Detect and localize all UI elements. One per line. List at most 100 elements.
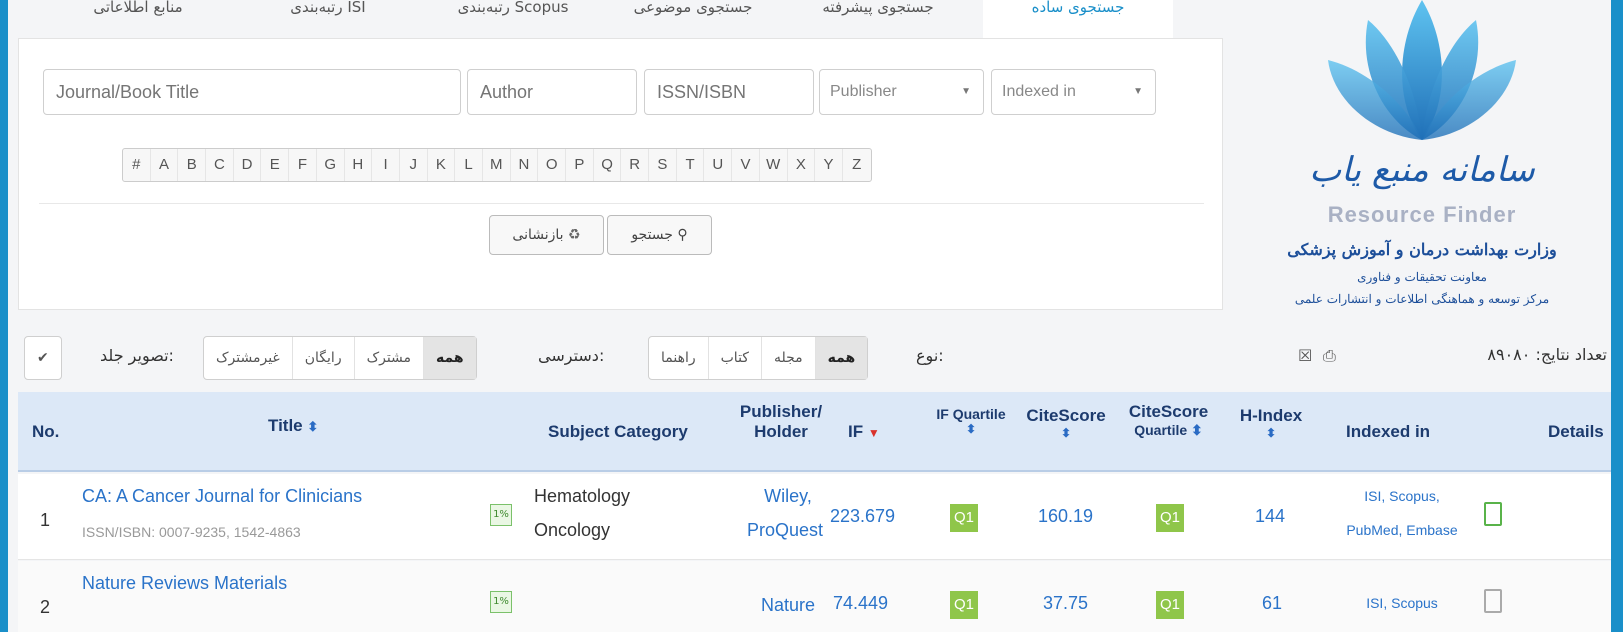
if-value: 74.449 xyxy=(833,593,889,613)
letter-button[interactable]: Q xyxy=(594,149,622,181)
col-publisher: Publisher/ Holder xyxy=(736,402,826,442)
letter-button[interactable]: R xyxy=(621,149,650,181)
tab-simple-search[interactable]: جستجوی ساده xyxy=(983,0,1173,38)
access-filter-group: غیرمشترک رایگان مشترک همه xyxy=(203,336,477,380)
tab-scopus-ranking[interactable]: رتبه‌بندی Scopus xyxy=(428,0,598,38)
letter-button[interactable]: A xyxy=(151,149,179,181)
row-no: 1 xyxy=(40,510,51,530)
letter-button[interactable]: H xyxy=(345,149,373,181)
center-label: مرکز توسعه و هماهنگی اطلاعات و انتشارات … xyxy=(1294,292,1550,306)
alphabet-filter: # A B C D E F G H I J K L M N O P Q R S … xyxy=(122,148,872,182)
percent-badge: 1% xyxy=(490,591,512,613)
type-option[interactable]: همه xyxy=(814,337,868,379)
details-document-icon[interactable] xyxy=(1484,589,1502,613)
access-option[interactable]: مشترک xyxy=(353,337,423,379)
reset-button[interactable]: بازنشانی ♻ xyxy=(489,215,604,255)
letter-button[interactable]: D xyxy=(234,149,262,181)
hindex-value: 61 xyxy=(1262,593,1283,613)
col-citescore-quartile[interactable]: CiteScore Quartile ⬍ xyxy=(1121,402,1216,439)
letter-button[interactable]: J xyxy=(400,149,428,181)
col-if-quartile-label: IF Quartile xyxy=(936,406,1006,422)
details-document-icon[interactable] xyxy=(1484,502,1502,526)
letter-button[interactable]: # xyxy=(123,149,151,181)
table-row: 1 CA: A Cancer Journal for Clinicians IS… xyxy=(18,474,1611,560)
tab-isi-ranking[interactable]: رتبه‌بندی ISI xyxy=(243,0,413,38)
citescore-value: 160.19 xyxy=(1038,506,1094,526)
letter-button[interactable]: E xyxy=(261,149,290,181)
journal-title-link[interactable]: CA: A Cancer Journal for Clinicians xyxy=(82,486,362,507)
if-value: 223.679 xyxy=(830,506,896,526)
access-option[interactable]: غیرمشترک xyxy=(204,337,292,379)
indexed-in-select-label: Indexed in xyxy=(1002,83,1076,100)
access-option[interactable]: همه xyxy=(423,337,476,379)
check-icon: ✔ xyxy=(37,350,49,366)
reset-label: بازنشانی xyxy=(512,227,564,243)
publisher-select-label: Publisher xyxy=(830,83,897,100)
cover-label: تصویر جلد: xyxy=(100,346,174,365)
tab-advanced-search[interactable]: جستجوی پیشرفته xyxy=(788,0,968,38)
letter-button[interactable]: M xyxy=(483,149,511,181)
print-icon[interactable]: ⎙ xyxy=(1323,346,1336,366)
publisher-select[interactable]: Publisher ▼ xyxy=(819,69,984,115)
letter-button[interactable]: S xyxy=(649,149,677,181)
letter-button[interactable]: K xyxy=(428,149,456,181)
if-quartile-badge: Q1 xyxy=(950,591,978,619)
access-label: دسترسی: xyxy=(538,346,605,365)
col-if[interactable]: IF ▼ xyxy=(848,422,880,442)
letter-button[interactable]: C xyxy=(206,149,234,181)
letter-button[interactable]: V xyxy=(732,149,760,181)
result-count-value: ۸۹۰۸۰ xyxy=(1487,345,1531,364)
letter-button[interactable]: W xyxy=(760,149,788,181)
letter-button[interactable]: U xyxy=(704,149,733,181)
title-input[interactable] xyxy=(43,69,461,115)
type-option[interactable]: کتاب xyxy=(707,337,761,379)
sort-icon: ⬍ xyxy=(1265,426,1277,440)
search-button[interactable]: جستجو ⚲ xyxy=(607,215,712,255)
letter-button[interactable]: T xyxy=(677,149,705,181)
letter-button[interactable]: I xyxy=(372,149,400,181)
search-label: جستجو xyxy=(631,227,673,243)
letter-button[interactable]: Y xyxy=(815,149,843,181)
col-if-quartile[interactable]: IF Quartile ⬍ xyxy=(921,406,1021,436)
excel-export-icon[interactable]: ☒ xyxy=(1298,346,1312,365)
cover-toggle[interactable]: ✔ xyxy=(24,336,62,380)
search-panel: Publisher ▼ Indexed in ▼ # A B C D E F G… xyxy=(18,38,1223,310)
subject-line2: Oncology xyxy=(534,520,611,540)
letter-button[interactable]: L xyxy=(455,149,483,181)
indexed-line2: PubMed, Embase xyxy=(1346,522,1458,538)
tab-info-sources[interactable]: منابع اطلاعاتی xyxy=(53,0,223,38)
col-hindex[interactable]: H-Index ⬍ xyxy=(1236,406,1306,440)
issn-input[interactable] xyxy=(644,69,814,115)
type-option[interactable]: مجله xyxy=(760,337,815,379)
col-publisher-line1: Publisher/ xyxy=(739,402,823,421)
publisher-link[interactable]: Nature xyxy=(738,595,838,616)
letter-button[interactable]: B xyxy=(178,149,207,181)
type-option[interactable]: راهنما xyxy=(649,337,708,379)
recycle-icon: ♻ xyxy=(568,227,581,243)
letter-button[interactable]: Z xyxy=(843,149,871,181)
col-hindex-label: H-Index xyxy=(1239,406,1303,425)
row-no: 2 xyxy=(40,597,51,617)
sort-icon: ⬍ xyxy=(1060,426,1072,440)
access-option[interactable]: رایگان xyxy=(291,337,354,379)
col-csq-line2: Quartile ⬍ xyxy=(1134,422,1203,438)
citescore-value: 37.75 xyxy=(1043,593,1089,613)
author-input[interactable] xyxy=(467,69,637,115)
issn-text: ISSN/ISBN: 0007-9235, 1542-4863 xyxy=(82,524,301,540)
publisher-link[interactable]: Wiley, xyxy=(748,486,828,507)
letter-button[interactable]: X xyxy=(788,149,816,181)
letter-button[interactable]: P xyxy=(566,149,594,181)
letter-button[interactable]: F xyxy=(289,149,317,181)
journal-title-link[interactable]: Nature Reviews Materials xyxy=(82,573,287,594)
logo-name-fa: سامانه منبع یاب xyxy=(1309,150,1535,190)
publisher-link[interactable]: ProQuest xyxy=(730,520,840,541)
letter-button[interactable]: O xyxy=(538,149,566,181)
tab-subject-search[interactable]: جستجوی موضوعی xyxy=(608,0,778,38)
citescore-quartile-badge: Q1 xyxy=(1156,504,1184,532)
col-citescore[interactable]: CiteScore ⬍ xyxy=(1021,406,1111,440)
col-title[interactable]: Title ⬍ xyxy=(268,416,318,436)
indexed-in-select[interactable]: Indexed in ▼ xyxy=(991,69,1156,115)
letter-button[interactable]: G xyxy=(317,149,345,181)
letter-button[interactable]: N xyxy=(511,149,539,181)
type-filter-group: راهنما کتاب مجله همه xyxy=(648,336,869,380)
